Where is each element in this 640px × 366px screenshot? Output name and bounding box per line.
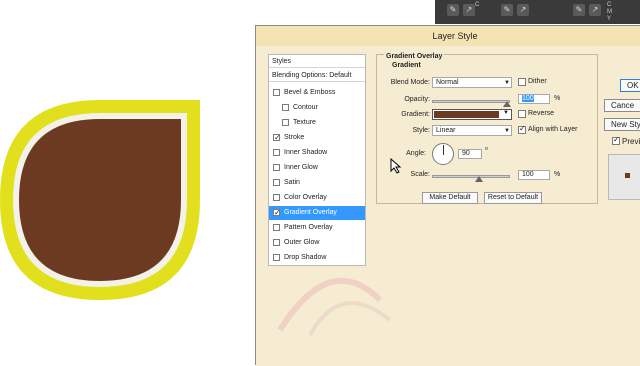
style-select[interactable]: Linear ▼ — [432, 125, 512, 136]
style-item-label: Contour — [293, 104, 318, 111]
styles-header[interactable]: Styles — [269, 55, 365, 68]
channel-label-m: M — [607, 9, 612, 15]
opacity-slider-thumb[interactable] — [503, 101, 511, 107]
chevron-down-icon: ▼ — [504, 80, 510, 86]
preview-label: Previe — [622, 137, 640, 146]
app-toolbar: ✎ ↗ ✎ ↗ ✎ ↗ C C M Y — [435, 0, 640, 24]
chevron-down-icon[interactable]: ▼ — [503, 110, 509, 116]
angle-label: Angle: — [406, 150, 426, 157]
scale-value: 100 — [522, 171, 534, 178]
style-item-label: Inner Shadow — [284, 149, 328, 156]
opacity-label: Opacity: — [404, 96, 430, 103]
angle-indicator — [443, 145, 444, 155]
style-item-label: Pattern Overlay — [284, 224, 333, 231]
styles-list: Styles Blending Options: Default Bevel &… — [268, 54, 366, 266]
style-item-pattern-overlay[interactable]: Pattern Overlay — [269, 221, 365, 235]
style-preview — [608, 154, 640, 200]
opacity-input[interactable]: 100 — [518, 94, 550, 104]
scale-input[interactable]: 100 — [518, 170, 550, 180]
style-item-label: Color Overlay — [284, 194, 327, 201]
chevron-down-icon: ▼ — [504, 128, 510, 134]
blending-options-item[interactable]: Blending Options: Default — [269, 69, 365, 82]
channel-label-c: C — [475, 2, 480, 8]
style-checkbox[interactable] — [273, 131, 281, 145]
cancel-button[interactable]: Cance — [604, 99, 640, 112]
style-item-gradient-overlay[interactable]: Gradient Overlay — [269, 206, 365, 220]
style-value: Linear — [436, 127, 456, 134]
opacity-slider[interactable] — [432, 100, 510, 103]
style-checkbox[interactable] — [273, 164, 280, 171]
scale-slider-thumb[interactable] — [475, 176, 483, 182]
dither-checkbox[interactable] — [518, 78, 526, 86]
style-label: Style: — [412, 127, 430, 134]
style-item-contour[interactable]: Contour — [269, 101, 365, 115]
eyedropper-icon[interactable]: ✎ — [447, 4, 459, 16]
new-style-button[interactable]: New Styl — [604, 118, 640, 131]
style-item-texture[interactable]: Texture — [269, 116, 365, 130]
cursor-icon — [390, 158, 402, 174]
gradient-swatch[interactable] — [434, 111, 499, 118]
style-checkbox[interactable] — [273, 194, 280, 201]
channel-label-c: C — [607, 2, 612, 8]
scale-slider[interactable] — [432, 175, 510, 178]
teardrop-artwork — [0, 100, 200, 300]
style-checkbox[interactable] — [273, 206, 281, 220]
align-with-layer-label: Align with Layer — [528, 126, 578, 133]
style-checkbox[interactable] — [273, 89, 280, 96]
make-default-button[interactable]: Make Default — [422, 192, 478, 204]
gradient-label: Gradient: — [401, 111, 430, 118]
blend-mode-value: Normal — [436, 79, 459, 86]
watermark-logo — [277, 277, 392, 336]
style-item-label: Bevel & Emboss — [284, 89, 336, 96]
eyedropper-icon[interactable]: ✎ — [573, 4, 585, 16]
style-checkbox[interactable] — [273, 149, 280, 156]
opacity-value: 100 — [522, 95, 534, 102]
angle-unit: o — [485, 146, 488, 152]
angle-value: 90 — [462, 150, 470, 157]
style-item-satin[interactable]: Satin — [269, 176, 365, 190]
preview-checkbox[interactable] — [612, 135, 620, 145]
style-item-label: Gradient Overlay — [284, 209, 337, 216]
ok-button[interactable]: OK — [620, 79, 640, 92]
arrow-icon[interactable]: ↗ — [463, 4, 475, 16]
gradient-picker[interactable]: ▼ — [432, 109, 512, 120]
reverse-label: Reverse — [528, 110, 555, 117]
dialog-title: Layer Style — [256, 26, 640, 46]
style-checkbox[interactable] — [273, 224, 280, 231]
scale-unit: % — [554, 171, 561, 178]
style-item-label: Satin — [284, 179, 300, 186]
channel-label-y: Y — [607, 16, 612, 22]
reverse-checkbox[interactable] — [518, 110, 526, 118]
style-checkbox[interactable] — [273, 179, 280, 186]
gradient-subtitle: Gradient — [392, 62, 421, 69]
style-item-color-overlay[interactable]: Color Overlay — [269, 191, 365, 205]
reset-to-default-button[interactable]: Reset to Default — [484, 192, 542, 204]
style-checkbox[interactable] — [282, 104, 289, 111]
style-item-label: Stroke — [284, 134, 305, 141]
dither-label: Dither — [528, 78, 547, 85]
style-item-bevel-emboss[interactable]: Bevel & Emboss — [269, 86, 365, 100]
align-with-layer-checkbox[interactable] — [518, 124, 526, 134]
opacity-unit: % — [554, 95, 561, 102]
style-item-inner-shadow[interactable]: Inner Shadow — [269, 146, 365, 160]
blend-mode-select[interactable]: Normal ▼ — [432, 77, 512, 88]
preview-swatch — [625, 173, 630, 178]
angle-input[interactable]: 90 — [458, 149, 482, 159]
style-item-label: Texture — [293, 119, 316, 126]
angle-dial[interactable] — [432, 143, 454, 165]
arrow-icon[interactable]: ↗ — [517, 4, 529, 16]
style-item-label: Inner Glow — [284, 164, 318, 171]
eyedropper-icon[interactable]: ✎ — [501, 4, 513, 16]
style-item-stroke[interactable]: Stroke — [269, 131, 365, 145]
style-item-inner-glow[interactable]: Inner Glow — [269, 161, 365, 175]
style-checkbox[interactable] — [282, 119, 289, 126]
arrow-icon[interactable]: ↗ — [589, 4, 601, 16]
group-title: Gradient Overlay — [384, 53, 445, 60]
blend-mode-label: Blend Mode: — [390, 79, 430, 86]
